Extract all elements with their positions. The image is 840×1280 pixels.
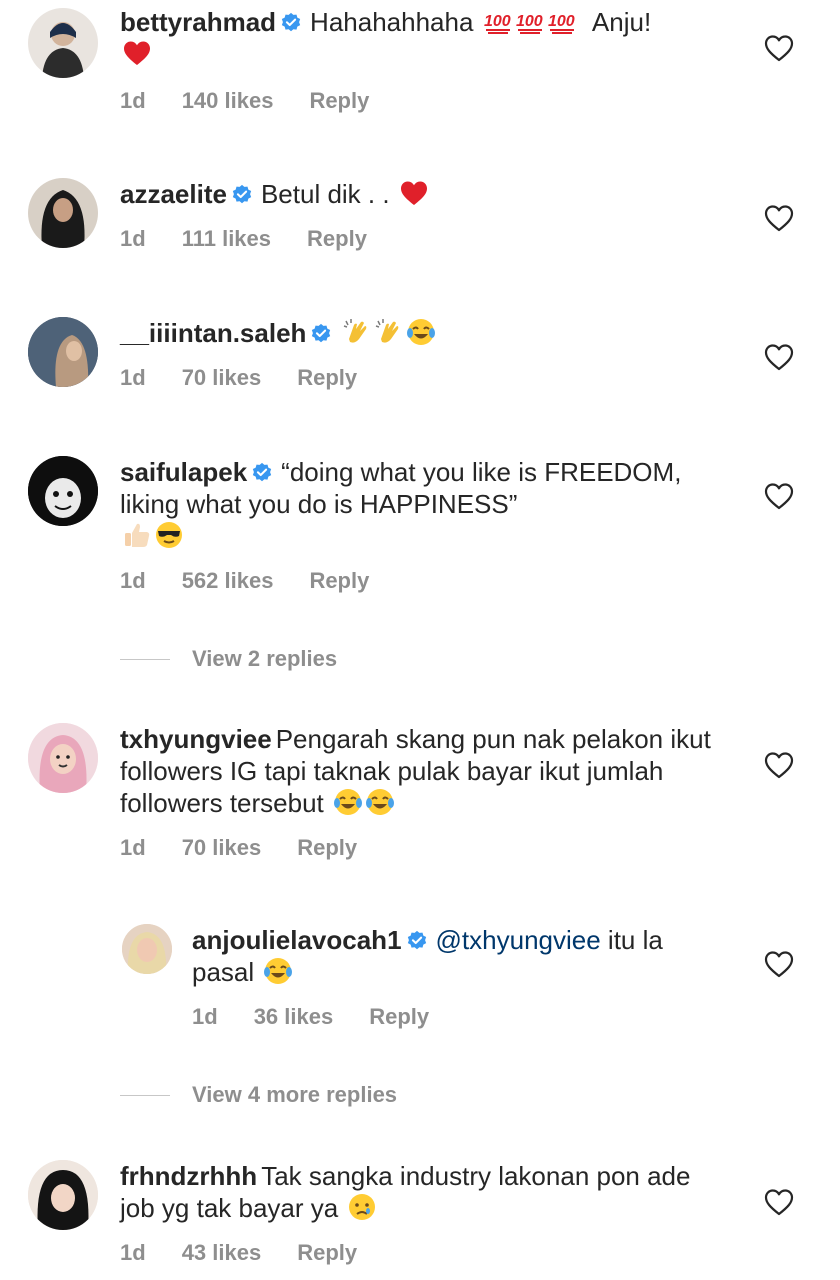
like-heart-icon[interactable] [764, 751, 794, 779]
timestamp: 1d [120, 226, 146, 251]
hundred-points-icon [547, 6, 577, 36]
comment-meta: 1d 111 likes Reply [120, 226, 403, 252]
username[interactable]: txhyungviee [120, 724, 272, 754]
divider [120, 1094, 170, 1096]
timestamp: 1d [120, 568, 146, 593]
verified-badge-icon [310, 323, 332, 345]
comment-text-tail: Anju! [591, 7, 652, 37]
comment-body: anjoulielavocah1 @txhyungviee itu la pasa… [192, 924, 722, 988]
red-heart-icon [399, 178, 429, 208]
clapping-hands-icon [374, 317, 404, 347]
reply-button[interactable]: Reply [297, 835, 357, 860]
likes-count[interactable]: 562 likes [182, 568, 274, 593]
comment-text: Betul dik . . [260, 179, 390, 209]
tears-of-joy-icon [263, 956, 293, 986]
avatar[interactable] [28, 8, 98, 78]
hundred-points-icon [483, 6, 513, 36]
reply-button[interactable]: Reply [297, 365, 357, 390]
reply-button[interactable]: Reply [309, 568, 369, 593]
comment-text: Hahahahhaha [310, 7, 474, 37]
avatar[interactable] [122, 924, 172, 974]
timestamp: 1d [120, 835, 146, 860]
reply-button[interactable]: Reply [369, 1004, 429, 1029]
like-heart-icon[interactable] [764, 34, 794, 62]
comment-body: saifulapek “doing what you like is FREEDO… [120, 456, 720, 552]
comment-body: frhndzrhhh Tak sangka industry lakonan po… [120, 1160, 720, 1224]
like-heart-icon[interactable] [764, 343, 794, 371]
verified-badge-icon [280, 12, 302, 34]
comment-body: txhyungviee Pengarah skang pun nak pelako… [120, 723, 720, 819]
likes-count[interactable]: 70 likes [182, 835, 262, 860]
username[interactable]: __iiiintan.saleh [120, 318, 306, 348]
timestamp: 1d [192, 1004, 218, 1029]
like-heart-icon[interactable] [764, 482, 794, 510]
like-heart-icon[interactable] [764, 204, 794, 232]
view-replies-label: View 2 replies [192, 646, 338, 671]
verified-badge-icon [251, 462, 273, 484]
likes-count[interactable]: 111 likes [182, 226, 271, 251]
timestamp: 1d [120, 1240, 146, 1265]
sunglasses-face-icon [154, 520, 184, 550]
like-heart-icon[interactable] [764, 950, 794, 978]
verified-badge-icon [406, 930, 428, 952]
comment-body: bettyrahmad Hahahahhaha Anju! [120, 6, 720, 70]
view-replies-label: View 4 more replies [192, 1082, 398, 1107]
verified-badge-icon [231, 184, 253, 206]
username[interactable]: frhndzrhhh [120, 1161, 257, 1191]
red-heart-icon [122, 38, 152, 68]
view-replies-button[interactable]: View 2 replies [120, 646, 337, 672]
avatar[interactable] [28, 1160, 98, 1230]
username[interactable]: saifulapek [120, 457, 247, 487]
comment-meta: 1d 140 likes Reply [120, 88, 405, 114]
username[interactable]: azzaelite [120, 179, 227, 209]
likes-count[interactable]: 140 likes [182, 88, 274, 113]
likes-count[interactable]: 70 likes [182, 365, 262, 390]
like-heart-icon[interactable] [764, 1188, 794, 1216]
clapping-hands-icon [342, 317, 372, 347]
likes-count[interactable]: 36 likes [254, 1004, 334, 1029]
comment-body: __iiiintan.saleh [120, 317, 720, 349]
avatar[interactable] [28, 178, 98, 248]
comment-meta: 1d 70 likes Reply [120, 365, 393, 391]
reply-button[interactable]: Reply [307, 226, 367, 251]
timestamp: 1d [120, 365, 146, 390]
username[interactable]: bettyrahmad [120, 7, 276, 37]
crying-face-icon [347, 1192, 377, 1222]
avatar[interactable] [28, 456, 98, 526]
comment-meta: 1d 70 likes Reply [120, 835, 393, 861]
likes-count[interactable]: 43 likes [182, 1240, 262, 1265]
comment-meta: 1d 562 likes Reply [120, 568, 405, 594]
comment-body: azzaelite Betul dik . . [120, 178, 720, 210]
comment-meta: 1d 43 likes Reply [120, 1240, 393, 1266]
timestamp: 1d [120, 88, 146, 113]
tears-of-joy-icon [333, 787, 363, 817]
tears-of-joy-icon [365, 787, 395, 817]
mention-link[interactable]: @txhyungviee [436, 925, 601, 955]
divider [120, 658, 170, 660]
view-replies-button[interactable]: View 4 more replies [120, 1082, 397, 1108]
avatar[interactable] [28, 317, 98, 387]
reply-button[interactable]: Reply [309, 88, 369, 113]
avatar[interactable] [28, 723, 98, 793]
tears-of-joy-icon [406, 317, 436, 347]
hundred-points-icon [515, 6, 545, 36]
username[interactable]: anjoulielavocah1 [192, 925, 402, 955]
comment-meta: 1d 36 likes Reply [192, 1004, 465, 1030]
thumbs-up-icon [122, 520, 152, 550]
reply-button[interactable]: Reply [297, 1240, 357, 1265]
